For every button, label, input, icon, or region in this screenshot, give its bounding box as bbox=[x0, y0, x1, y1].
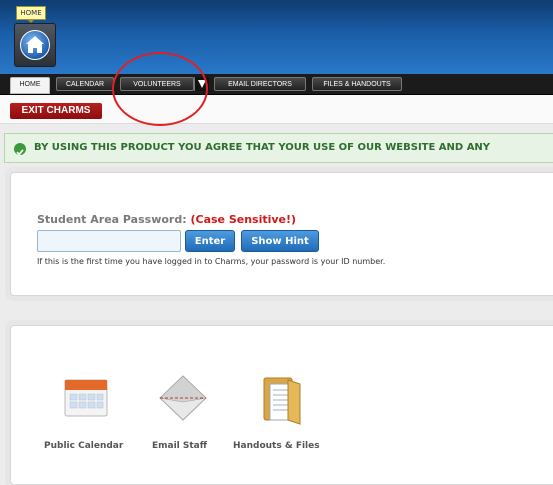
calendar-icon[interactable] bbox=[62, 376, 110, 422]
app-label-handouts-files[interactable]: Handouts & Files bbox=[233, 441, 320, 451]
action-bar: EXIT CHARMS bbox=[0, 95, 553, 124]
tab-home[interactable]: HOME bbox=[10, 77, 50, 94]
app-label-public-calendar[interactable]: Public Calendar bbox=[44, 441, 123, 451]
password-input[interactable] bbox=[37, 230, 181, 252]
login-panel: Student Area Password: (Case Sensitive!)… bbox=[10, 172, 553, 296]
home-tooltip: HOME bbox=[16, 6, 46, 20]
tab-calendar[interactable]: CALENDAR bbox=[56, 77, 114, 91]
app-label-email-staff[interactable]: Email Staff bbox=[152, 441, 207, 451]
agreement-notice: BY USING THIS PRODUCT YOU AGREE THAT YOU… bbox=[4, 133, 553, 163]
enter-button[interactable]: Enter bbox=[185, 230, 235, 252]
password-label: Student Area Password: (Case Sensitive!) bbox=[37, 213, 296, 226]
home-icon bbox=[20, 30, 50, 60]
exit-charms-button[interactable]: EXIT CHARMS bbox=[10, 103, 102, 119]
password-help-text: If this is the first time you have logge… bbox=[37, 257, 386, 266]
tab-email-directors[interactable]: EMAIL DIRECTORS bbox=[214, 77, 306, 91]
check-icon bbox=[14, 143, 26, 156]
case-sensitive-note: (Case Sensitive!) bbox=[190, 213, 297, 226]
home-button[interactable] bbox=[14, 23, 56, 67]
envelope-icon[interactable] bbox=[158, 374, 208, 426]
annotation-circle bbox=[112, 52, 208, 126]
show-hint-button[interactable]: Show Hint bbox=[241, 230, 319, 252]
tab-files-handouts[interactable]: FILES & HANDOUTS bbox=[312, 77, 402, 91]
main-nav: HOME CALENDAR VOLUNTEERS EMAIL DIRECTORS… bbox=[0, 74, 553, 95]
folder-icon[interactable] bbox=[258, 374, 304, 430]
password-label-text: Student Area Password: bbox=[37, 213, 187, 226]
notice-text: BY USING THIS PRODUCT YOU AGREE THAT YOU… bbox=[34, 142, 491, 153]
header-banner: HOME bbox=[0, 0, 553, 74]
